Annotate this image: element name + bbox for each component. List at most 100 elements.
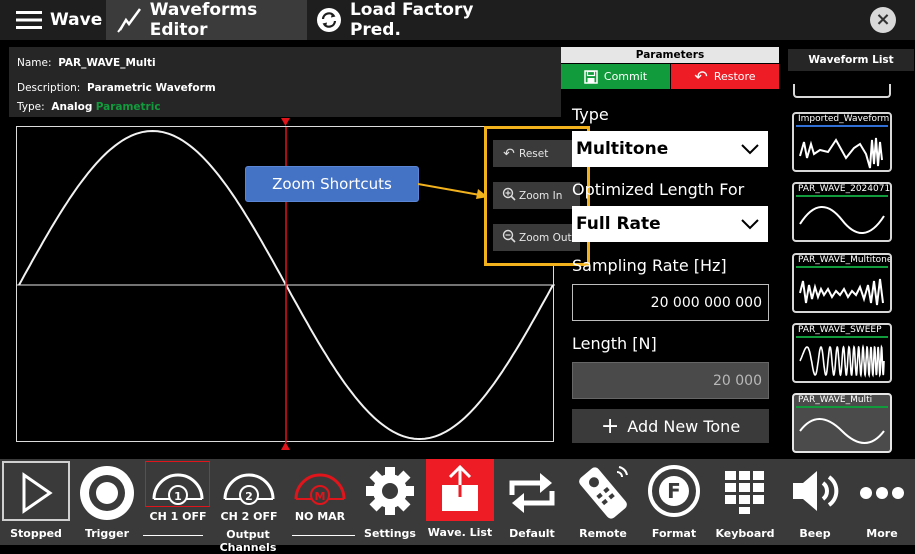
zoom-in-button[interactable]: Zoom In [493, 182, 580, 209]
beep-button[interactable]: Beep [780, 459, 850, 545]
load-factory-label: Load Factory Pred. [349, 0, 474, 40]
ch1-label: CH 1 OFF [149, 510, 207, 523]
add-new-tone-button[interactable]: + Add New Tone [572, 409, 769, 443]
output-channels-rule-left [143, 535, 203, 536]
marker-letter: M [315, 490, 326, 503]
waveform-item-bar [796, 125, 888, 127]
speaker-icon [793, 471, 839, 511]
ch1-icon: 1 [152, 473, 204, 505]
output-channels-label: Output Channels [219, 528, 277, 554]
waveform-thumbnail [799, 418, 885, 444]
stopped-button[interactable]: Stopped [2, 459, 70, 545]
waveform-item-name: PAR_WAVE_Multi [798, 395, 873, 405]
waveform-list-item[interactable]: PAR_WAVE_Multitone [792, 253, 892, 313]
description-label: Description: [17, 82, 81, 94]
add-new-tone-label: Add New Tone [627, 416, 741, 436]
zoom-out-icon [499, 229, 519, 247]
description-row: Description: Parametric Waveform [17, 82, 216, 94]
waveform-list-item-partial[interactable] [793, 84, 891, 98]
zoom-in-label: Zoom In [519, 189, 563, 202]
pen-icon [117, 8, 142, 33]
length-input[interactable]: 20 000 [572, 362, 769, 399]
name-row: Name: PAR_WAVE_Multi [17, 57, 156, 69]
remote-label: Remote [579, 527, 627, 540]
waveforms-editor-label: Waveforms Editor [149, 0, 258, 40]
format-icon: F [648, 465, 700, 517]
callout-arrow [418, 183, 488, 199]
restore-label: Restore [713, 70, 756, 83]
settings-label: Settings [364, 527, 416, 540]
cursor-bottom-handle[interactable] [281, 442, 291, 452]
repeat-icon [509, 473, 555, 513]
wave-list-label: Wave. List [427, 526, 493, 539]
cursor-top-handle[interactable] [281, 118, 291, 128]
commit-label: Commit [603, 70, 648, 83]
marker-label: NO MAR [294, 510, 346, 523]
type-label: Type: [17, 101, 45, 113]
chevron-down-icon [741, 219, 759, 230]
upload-icon [442, 465, 478, 511]
waveform-thumbnail [799, 137, 883, 169]
optimized-length-value: Full Rate [576, 214, 661, 234]
wave-menu-button[interactable]: Wave [0, 0, 106, 40]
optimized-length-label: Optimized Length For [572, 180, 745, 199]
format-button[interactable]: F Format [639, 459, 709, 545]
marker-button[interactable]: M NO MAR [285, 459, 355, 545]
name-label: Name: [17, 57, 52, 69]
waveform-item-bar [796, 266, 888, 268]
close-icon[interactable]: × [870, 7, 896, 33]
optimized-length-select[interactable]: Full Rate [572, 206, 768, 242]
waveform-list-item[interactable]: Imported_Waveform [792, 112, 892, 172]
waveform-list-item[interactable]: PAR_WAVE_20240716_0 [792, 182, 892, 242]
sampling-rate-label: Sampling Rate [Hz] [572, 256, 727, 275]
more-button[interactable]: More [847, 459, 915, 545]
zoom-out-button[interactable]: Zoom Out [493, 224, 580, 251]
keypad-icon [725, 471, 764, 514]
reset-label: Reset [519, 147, 549, 160]
ch2-icon: 2 [223, 473, 275, 505]
tab-waveforms-editor[interactable]: Waveforms Editor [106, 0, 307, 40]
type-select-value: Multitone [576, 139, 669, 159]
wave-list-button[interactable] [426, 459, 494, 521]
gear-icon [366, 467, 414, 515]
zoom-out-label: Zoom Out [519, 231, 572, 244]
settings-button[interactable]: Settings [355, 459, 425, 545]
top-bar: Wave Waveforms Editor Load Factory Pred.… [0, 0, 915, 40]
more-icon [860, 487, 904, 499]
parameters-header: Parameters [561, 47, 779, 63]
keyboard-button[interactable]: Keyboard [710, 459, 780, 545]
trigger-button[interactable]: Trigger [72, 459, 142, 545]
stopped-label: Stopped [10, 527, 62, 540]
load-factory-button[interactable]: Load Factory Pred. [310, 0, 530, 40]
reset-zoom-button[interactable]: ↶ Reset [493, 140, 580, 167]
type-row: Type: Analog Parametric [17, 101, 161, 113]
play-icon [22, 472, 53, 514]
format-label: Format [651, 527, 697, 540]
ch2-label: CH 2 OFF [220, 510, 278, 523]
sampling-rate-input[interactable]: 20 000 000 000 [572, 284, 769, 321]
default-button[interactable]: Default [497, 459, 567, 545]
zoom-shortcuts-callout: Zoom Shortcuts [245, 166, 419, 202]
remote-button[interactable]: Remote [568, 459, 638, 545]
save-icon [584, 69, 598, 84]
plus-icon: + [600, 413, 620, 439]
output-channels-rule-right [292, 535, 355, 536]
waveform-list-item[interactable]: PAR_WAVE_SWEEP [792, 323, 892, 383]
type-select[interactable]: Multitone [572, 131, 768, 167]
waveform-thumbnail [799, 206, 885, 234]
wave-label: Wave [50, 10, 103, 30]
chevron-down-icon [741, 144, 759, 155]
trigger-icon [80, 466, 134, 520]
commit-button[interactable]: Commit [561, 64, 670, 89]
waveform-list-item-selected[interactable]: PAR_WAVE_Multi [792, 393, 892, 453]
waveform-item-name: PAR_WAVE_20240716_0 [798, 184, 891, 194]
zoom-in-icon [499, 187, 519, 205]
keyboard-label: Keyboard [715, 527, 775, 540]
restore-button[interactable]: ↶ Restore [671, 64, 779, 89]
description-value: Parametric Waveform [87, 82, 216, 94]
undo-icon: ↶ [503, 145, 515, 162]
waveform-item-bar [796, 336, 888, 338]
type-sub-value: Parametric [95, 101, 161, 113]
more-label: More [866, 527, 898, 540]
ch1-button[interactable]: 1 CH 1 OFF [143, 459, 213, 545]
